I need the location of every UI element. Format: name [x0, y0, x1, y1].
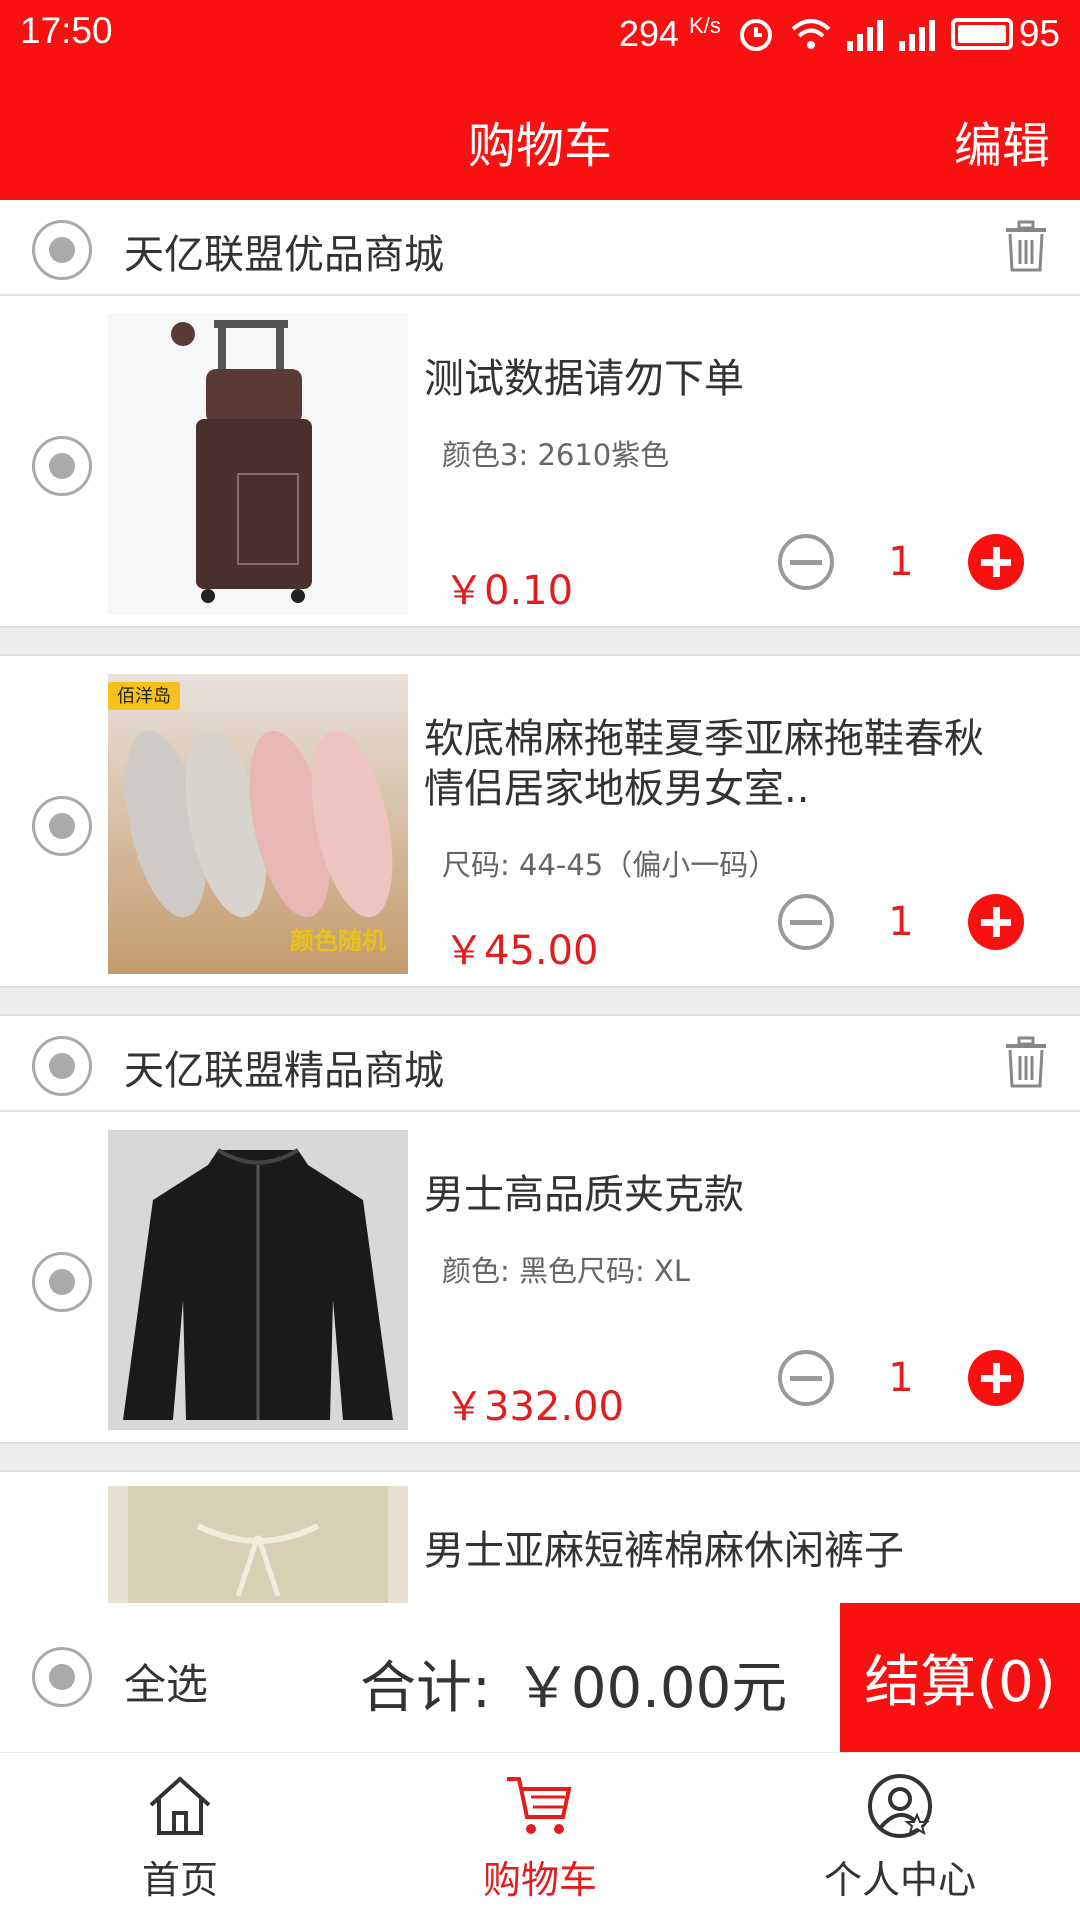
- divider: [0, 626, 1080, 656]
- shop-name: 天亿联盟精品商城: [124, 1048, 444, 1094]
- settle-button[interactable]: 结算(0): [840, 1603, 1080, 1752]
- quantity-stepper: 1: [778, 534, 1024, 590]
- decrease-quantity-button[interactable]: [778, 894, 834, 950]
- quantity-value: 1: [888, 539, 914, 585]
- total-amount: 合计: ￥00.00元: [360, 1643, 787, 1724]
- edit-button[interactable]: 编辑: [954, 106, 1050, 176]
- increase-quantity-button[interactable]: [968, 894, 1024, 950]
- quantity-stepper: 1: [778, 1350, 1024, 1406]
- item-select-radio[interactable]: [32, 436, 92, 496]
- cart-icon: [507, 1777, 572, 1834]
- increase-quantity-button[interactable]: [968, 534, 1024, 590]
- product-price: ￥0.10: [444, 568, 574, 614]
- product-spec: 尺码: 44-45（偏小一码）: [442, 848, 778, 882]
- product-spec: 颜色: 黑色尺码: XL: [442, 1254, 691, 1288]
- shop-select-radio[interactable]: [32, 220, 92, 280]
- nav-tab-cart[interactable]: 购物车: [390, 1771, 690, 1904]
- decrease-quantity-button[interactable]: [778, 534, 834, 590]
- product-price: ￥45.00: [444, 928, 599, 974]
- product-image-jacket[interactable]: [108, 1130, 408, 1430]
- product-image-luggage[interactable]: [108, 314, 408, 614]
- quantity-value: 1: [888, 899, 914, 945]
- user-center-icon: [868, 1774, 932, 1838]
- nav-label: 购物车: [482, 1858, 597, 1902]
- product-name: 男士亚麻短裤棉麻休闲裤子: [424, 1528, 904, 1574]
- increase-quantity-button[interactable]: [968, 1350, 1024, 1406]
- image-brand-label: 佰洋岛: [117, 686, 171, 707]
- quantity-stepper: 1: [778, 894, 1024, 950]
- trash-icon[interactable]: [1004, 1036, 1048, 1088]
- checkout-bar: 全选 合计: ￥00.00元 结算(0): [0, 1603, 1080, 1752]
- total-value: ￥00.00元: [514, 1656, 788, 1721]
- shop-select-radio[interactable]: [32, 1036, 92, 1096]
- shop-header: 天亿联盟精品商城: [0, 1016, 1080, 1112]
- product-name: 测试数据请勿下单: [424, 356, 744, 402]
- item-select-radio[interactable]: [32, 796, 92, 856]
- quantity-value: 1: [888, 1355, 914, 1401]
- image-tag-label: 颜色随机: [290, 927, 386, 955]
- shop-name: 天亿联盟优品商城: [124, 232, 444, 278]
- signal-icon: [898, 17, 935, 51]
- product-name: 软底棉麻拖鞋夏季亚麻拖鞋春秋情侣居家地板男女室..: [424, 716, 984, 812]
- signal-4g-icon: [846, 17, 883, 51]
- cart-list[interactable]: 天亿联盟优品商城 测试数据请勿下单 颜色3: 2610紫色 ￥0.10 1 佰洋…: [0, 200, 1080, 1603]
- network-speed: 294 K/s: [618, 13, 721, 54]
- product-name: 男士高品质夹克款: [424, 1172, 744, 1218]
- battery-level: 95: [1018, 13, 1060, 54]
- divider: [0, 1442, 1080, 1472]
- cart-item: 测试数据请勿下单 颜色3: 2610紫色 ￥0.10 1: [0, 296, 1080, 626]
- status-bar: 17:50 294 K/s 95: [0, 0, 1080, 68]
- cart-item: 佰洋岛 颜色随机 软底棉麻拖鞋夏季亚麻拖鞋春秋情侣居家地板男女室.. 尺码: 4…: [0, 656, 1080, 986]
- total-label: 合计:: [360, 1656, 491, 1721]
- alarm-icon: [739, 19, 772, 51]
- product-image-shorts[interactable]: [108, 1486, 408, 1603]
- product-image-slippers[interactable]: 佰洋岛 颜色随机: [108, 674, 408, 974]
- item-select-radio[interactable]: [32, 1252, 92, 1312]
- decrease-quantity-button[interactable]: [778, 1350, 834, 1406]
- cart-item: 男士高品质夹克款 颜色: 黑色尺码: XL ￥332.00 1: [0, 1112, 1080, 1442]
- wifi-icon: [791, 19, 831, 49]
- battery-icon: 95: [950, 13, 1060, 55]
- nav-tab-user-center[interactable]: 个人中心: [750, 1771, 1050, 1904]
- product-price: ￥332.00: [444, 1384, 624, 1430]
- select-all-radio[interactable]: [32, 1647, 92, 1707]
- nav-label: 个人中心: [823, 1858, 976, 1902]
- nav-tab-home[interactable]: 首页: [30, 1771, 330, 1904]
- divider: [0, 986, 1080, 1016]
- status-time: 17:50: [20, 10, 113, 51]
- page-title: 购物车: [467, 118, 612, 174]
- app-header: 购物车 编辑: [0, 68, 1080, 200]
- bottom-nav: 首页 购物车 个人中心: [0, 1752, 1080, 1920]
- home-icon: [149, 1776, 211, 1835]
- nav-label: 首页: [141, 1858, 218, 1902]
- shop-header: 天亿联盟优品商城: [0, 200, 1080, 296]
- cart-item: 男士亚麻短裤棉麻休闲裤子: [0, 1472, 1080, 1603]
- select-all-label[interactable]: 全选: [124, 1651, 208, 1712]
- trash-icon[interactable]: [1004, 220, 1048, 272]
- product-spec: 颜色3: 2610紫色: [442, 438, 670, 472]
